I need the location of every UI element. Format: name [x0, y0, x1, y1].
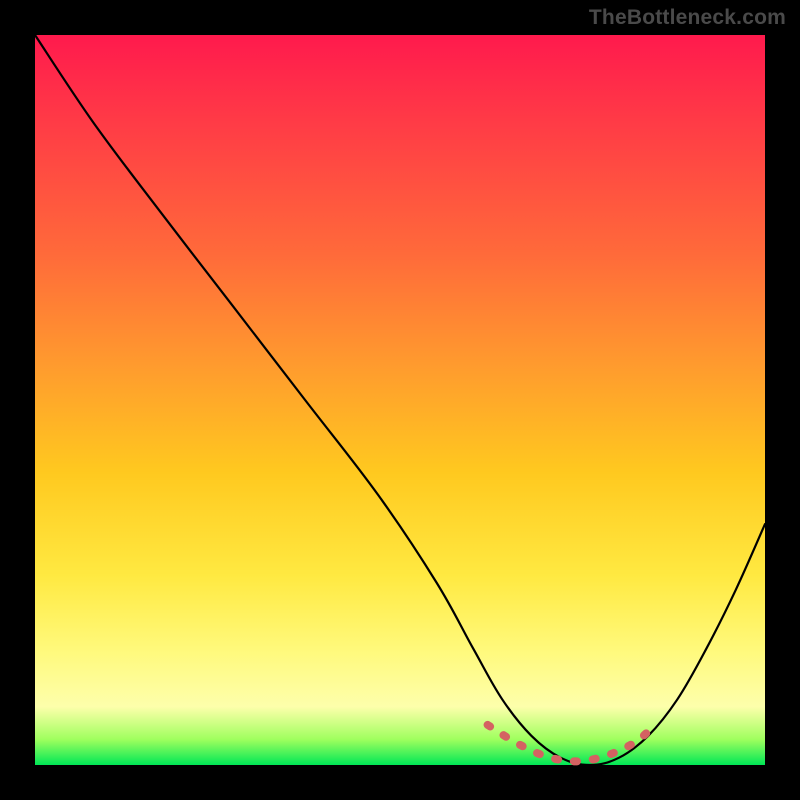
plot-area [35, 35, 765, 765]
bottleneck-curve [35, 35, 765, 765]
chart-frame: TheBottleneck.com [0, 0, 800, 800]
optimal-zone-marker [488, 725, 656, 762]
watermark-label: TheBottleneck.com [589, 6, 786, 30]
curve-layer [35, 35, 765, 765]
